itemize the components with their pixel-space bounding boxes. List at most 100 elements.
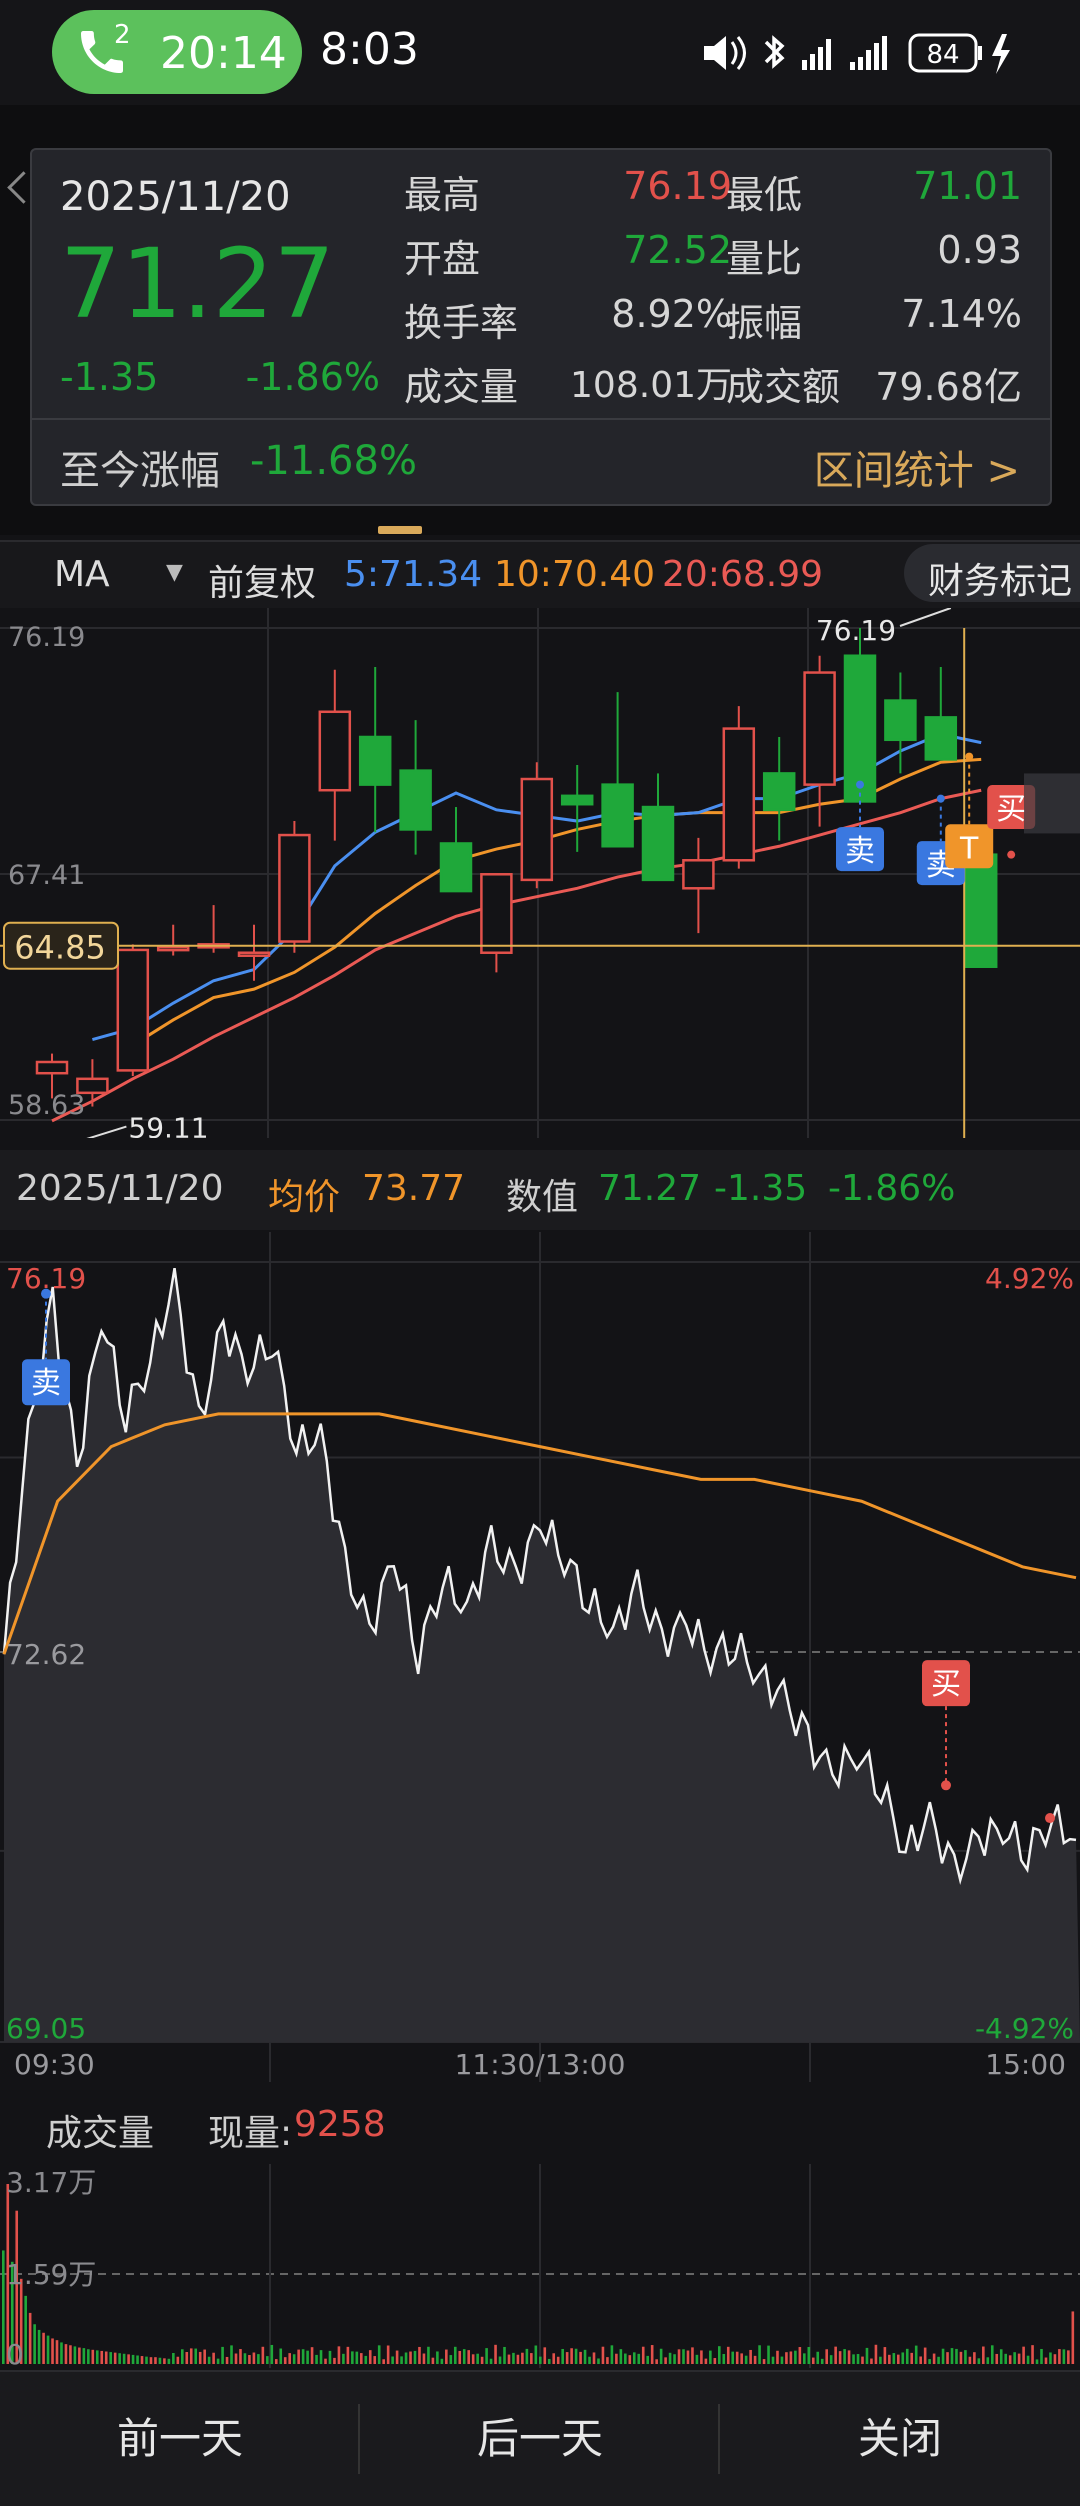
bottom-nav: 前一天 后一天 关闭 — [0, 2370, 1080, 2506]
volume-bar — [530, 2353, 533, 2364]
next-day-button[interactable]: 后一天 — [360, 2372, 720, 2506]
volume-bar — [55, 2340, 59, 2364]
volume-bar — [574, 2348, 578, 2364]
volume-bar — [453, 2346, 457, 2364]
y-axis-bottom: 58.63 — [8, 1090, 85, 1121]
candle-body — [237, 951, 271, 957]
quote-change: -1.35 — [60, 355, 159, 399]
volume-bar — [176, 2356, 180, 2364]
volume-bar — [310, 2347, 314, 2364]
volume-bar — [104, 2351, 108, 2364]
status-icons: 84 — [704, 33, 1010, 74]
volume-bar — [127, 2354, 130, 2364]
bluetooth-icon — [764, 35, 785, 69]
call-indicator[interactable]: 2 20:14 — [52, 10, 302, 94]
stat-value: 8.92% — [611, 292, 732, 336]
volume-bar — [266, 2356, 269, 2364]
volume-bar — [762, 2359, 766, 2364]
candle-body — [843, 654, 877, 803]
volume-bar — [628, 2355, 632, 2364]
volume-bar — [852, 2354, 855, 2364]
ytd-label: 至今涨幅 — [60, 448, 220, 494]
adjust-mode[interactable]: 前复权 — [208, 554, 316, 606]
volume-bar — [521, 2352, 524, 2364]
dropdown-arrow-icon[interactable]: ▼ — [166, 560, 183, 585]
volume-bar — [1049, 2352, 1052, 2364]
volume-bar — [610, 2345, 614, 2364]
volume-bar — [109, 2352, 112, 2364]
candle-body — [35, 1060, 69, 1075]
volume-bar — [888, 2354, 891, 2364]
volume-bar — [467, 2350, 470, 2364]
volume-bar — [172, 2352, 175, 2364]
volume-bar — [834, 2346, 837, 2364]
close-button[interactable]: 关闭 — [720, 2372, 1080, 2506]
candle-body — [278, 833, 311, 943]
candle — [722, 706, 756, 869]
volume-bar — [910, 2352, 914, 2364]
volume-bar — [677, 2349, 681, 2364]
volume-bar — [118, 2353, 121, 2364]
volume-bar — [744, 2355, 748, 2364]
volume-bar — [986, 2357, 990, 2364]
volume-bar — [386, 2345, 390, 2364]
volume-bar — [225, 2356, 229, 2364]
volume-bar — [498, 2356, 502, 2364]
volume-bar — [650, 2345, 654, 2364]
candle — [520, 762, 554, 889]
interval-stats-link[interactable]: 区间统计 > — [814, 438, 1020, 496]
buy-dot — [1045, 1813, 1055, 1824]
volume-bar — [704, 2358, 708, 2364]
sell-badge: 卖 — [31, 1366, 61, 1401]
volume-bar — [409, 2351, 412, 2364]
volume-bar — [91, 2349, 95, 2364]
volume-bar — [427, 2346, 430, 2364]
volume-bar — [167, 2358, 171, 2364]
volume-bar — [950, 2348, 954, 2364]
candle-body — [924, 716, 958, 761]
volume-bar — [113, 2352, 117, 2364]
volume-header: 成交量 现量: 9258 — [0, 2092, 1080, 2162]
volume-bar — [69, 2345, 72, 2364]
volume-bar — [879, 2356, 882, 2364]
volume-bar — [668, 2352, 672, 2364]
volume-bar — [923, 2347, 927, 2364]
volume-bar — [489, 2358, 493, 2364]
volume-bar — [480, 2356, 484, 2364]
volume-bar — [856, 2354, 860, 2364]
volume-chart[interactable]: 3.17万 1.59万 0 — [0, 2164, 1080, 2368]
volume-now-label: 现量: — [208, 2113, 293, 2154]
intraday-chart[interactable]: 76.1972.6269.054.92%-4.92%09:30 11:30/13:… — [0, 1232, 1080, 2082]
volume-bar — [181, 2349, 184, 2364]
volume-bar — [297, 2349, 300, 2364]
candle-body — [480, 873, 513, 954]
volume-bar — [364, 2355, 368, 2364]
volume-bar — [1031, 2345, 1034, 2364]
volume-bar — [333, 2357, 336, 2364]
volume-bar — [695, 2354, 699, 2364]
stat-value: 108.01万 — [570, 365, 732, 406]
volume-bar — [131, 2354, 135, 2364]
finance-marker-button[interactable]: 财务标记 — [904, 544, 1080, 602]
indicator-select[interactable]: MA — [54, 554, 110, 595]
prev-day-button[interactable]: 前一天 — [0, 2372, 360, 2506]
volume-bar — [462, 2349, 466, 2364]
volume-bar — [2, 2250, 5, 2364]
volume-bar — [932, 2353, 936, 2364]
volume-bar — [516, 2354, 520, 2364]
candle-body — [964, 853, 998, 968]
volume-mid-label: 1.59万 — [6, 2258, 96, 2291]
low-label: 59.11 — [128, 1112, 208, 1138]
volume-bar — [892, 2353, 896, 2364]
volume-bar — [494, 2344, 497, 2364]
volume-bar — [471, 2354, 475, 2364]
volume-bar — [100, 2350, 104, 2364]
volume-bar — [395, 2350, 399, 2364]
quote-change-pct: -1.86% — [245, 355, 380, 399]
volume-bar — [579, 2351, 582, 2364]
volume-bar — [798, 2347, 802, 2364]
volume-bar — [632, 2352, 636, 2364]
volume-bar — [198, 2351, 202, 2364]
kline-chart[interactable]: 64.8576.1967.4158.6376.1959.11卖卖 T买 — [0, 608, 1080, 1138]
volume-bar — [771, 2356, 775, 2364]
